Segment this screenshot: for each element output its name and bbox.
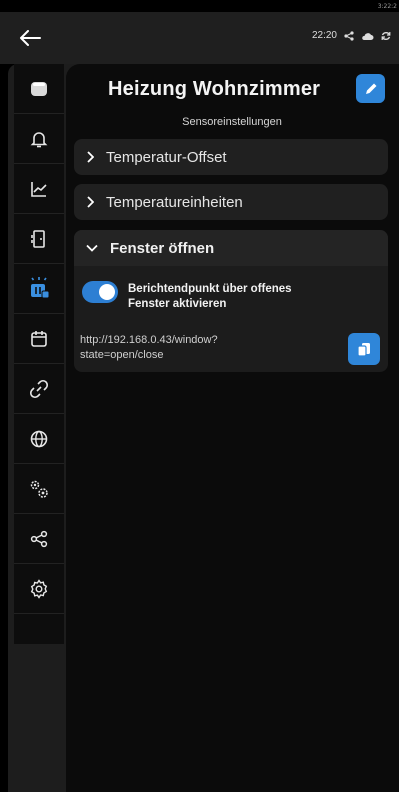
section-temperature-units[interactable]: Temperatureinheiten: [74, 184, 388, 220]
status-cluster: 22:20: [312, 30, 391, 41]
sidebar-item-window-sensor[interactable]: [14, 264, 64, 314]
device-icon: [31, 81, 47, 96]
sidebar-item-charts[interactable]: [14, 164, 64, 214]
settings-icon: [30, 578, 48, 599]
frame-bottom: [8, 766, 66, 792]
sidebar-item-calendar[interactable]: [14, 314, 64, 364]
section-temperature-offset[interactable]: Temperatur-Offset: [74, 139, 388, 175]
section-window-open-header[interactable]: Fenster öffnen: [74, 230, 388, 266]
page-subtitle: Sensoreinstellungen: [182, 116, 282, 128]
door-icon: [31, 229, 45, 248]
copy-url-button[interactable]: [348, 333, 380, 365]
share-icon: [30, 530, 48, 547]
sidebar-item-door[interactable]: [14, 214, 64, 264]
sidebar-item-share[interactable]: [14, 514, 64, 564]
section-label: Fenster öffnen: [110, 239, 215, 257]
status-time: 22:20: [311, 30, 337, 41]
arrow-left-icon: [20, 30, 41, 46]
copy-icon: [357, 343, 370, 357]
gears-icon: [30, 480, 48, 498]
edit-button[interactable]: [356, 74, 385, 103]
window-report-toggle-label: Berichtendpunkt über offenes Fenster akt…: [128, 283, 292, 310]
sidebar-item-link[interactable]: [14, 364, 64, 414]
sync-icon: [381, 31, 391, 40]
window-endpoint-url: http://192.168.0.43/window? state=open/c…: [80, 334, 218, 361]
bell-icon: [30, 131, 48, 147]
top-app-bar: 22:20: [0, 12, 399, 64]
link-icon: [29, 379, 49, 398]
sidebar-item-device[interactable]: [14, 64, 64, 114]
globe-icon: [30, 430, 48, 447]
chevron-right-icon: [87, 151, 94, 163]
toggle-knob: [99, 284, 115, 300]
window-sensor-icon: [31, 276, 50, 298]
window-report-toggle[interactable]: [82, 281, 118, 303]
page-title: Heizung Wohnzimmer: [108, 78, 321, 100]
cloud-icon: [362, 32, 374, 40]
section-label: Temperatureinheiten: [106, 193, 243, 211]
pencil-icon: [365, 83, 376, 94]
sidebar: [14, 64, 64, 644]
section-window-open: Fenster öffnen Berichtendpunkt über offe…: [74, 230, 388, 372]
chevron-down-icon: [86, 244, 98, 252]
chevron-right-icon: [87, 196, 94, 208]
sidebar-item-settings[interactable]: [14, 564, 64, 614]
calendar-icon: [31, 330, 47, 347]
sidebar-item-notifications[interactable]: [14, 114, 64, 164]
corner-clock: 3:22:2: [377, 3, 397, 10]
chart-icon: [31, 181, 47, 197]
sidebar-item-advanced[interactable]: [14, 464, 64, 514]
sidebar-item-network[interactable]: [14, 414, 64, 464]
section-label: Temperatur-Offset: [106, 148, 227, 166]
back-button[interactable]: [12, 22, 48, 54]
share-status-icon: [344, 30, 354, 41]
